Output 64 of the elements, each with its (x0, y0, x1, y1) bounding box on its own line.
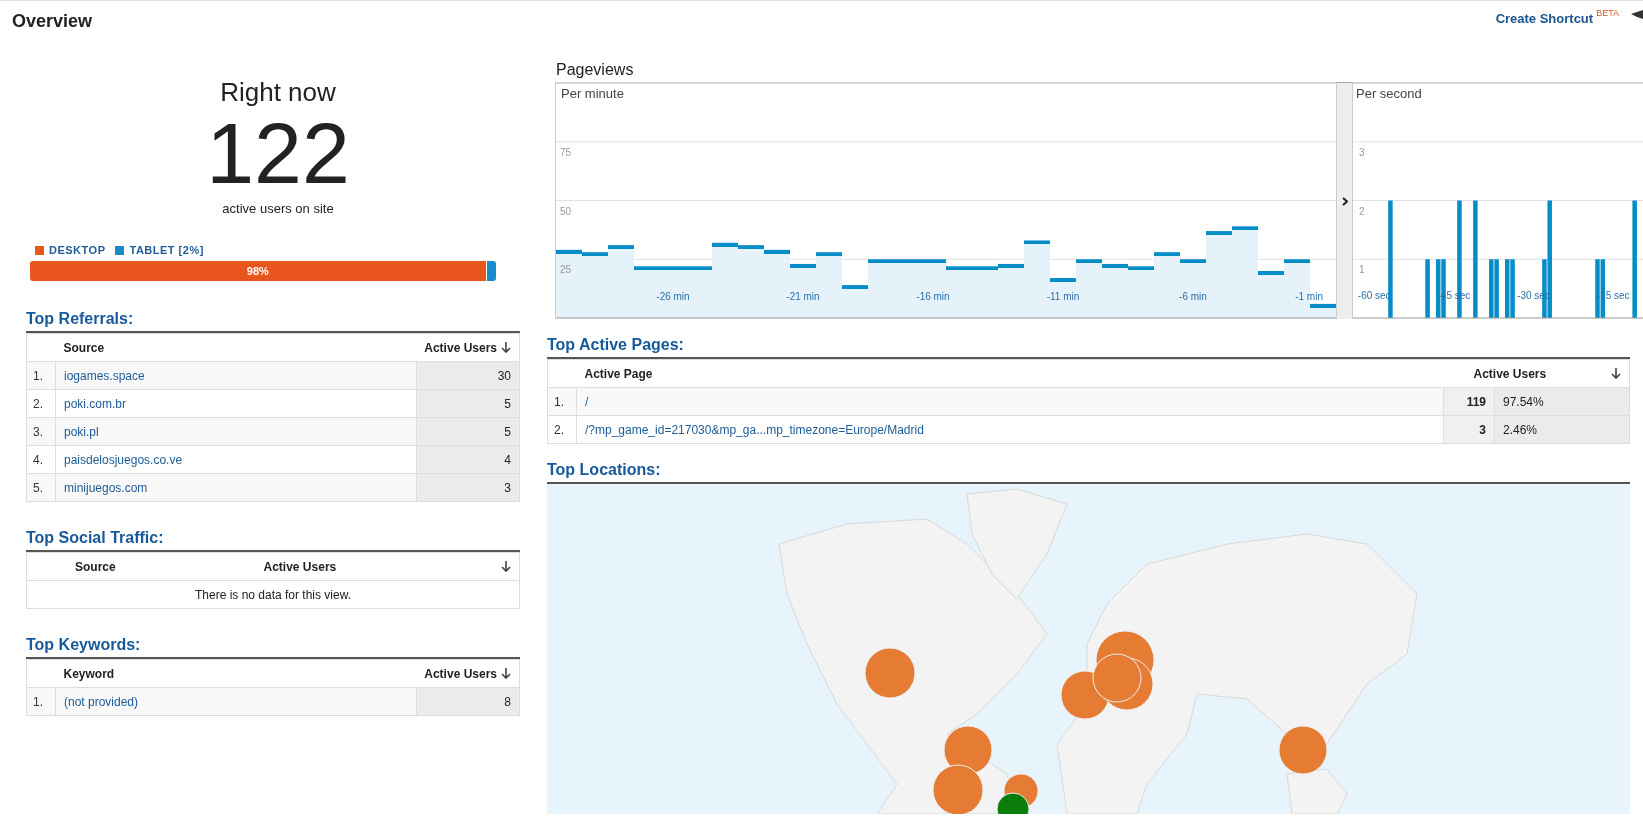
table-cell: 5 (416, 417, 520, 446)
table-cell: 30 (416, 361, 520, 390)
source-link[interactable]: paisdelosjuegos.co.ve (64, 452, 183, 467)
source-link[interactable]: poki.com.br (64, 396, 127, 411)
table-cell: 2. (547, 415, 577, 444)
y-tick-label: 3 (1359, 146, 1365, 158)
table-cell: 1. (26, 361, 56, 390)
column-header: Source (55, 333, 417, 362)
y-tick-label: 75 (560, 146, 572, 158)
create-shortcut-link[interactable]: Create Shortcut (1495, 11, 1594, 26)
active-users-caption: active users on site (221, 201, 335, 216)
column-header: Active Page (576, 359, 1444, 388)
table-cell: 5. (26, 473, 56, 502)
column-header: Keyword (55, 659, 417, 688)
column-header: Active Users (424, 340, 497, 355)
right-now-heading: Right now (219, 77, 337, 107)
page-title: Overview (12, 11, 93, 32)
active-user-count: 122 (205, 109, 351, 197)
column-header: Source (26, 552, 256, 581)
collapse-handle[interactable] (1336, 82, 1353, 319)
x-tick-label: -21 min (786, 291, 820, 302)
y-tick-label: 25 (560, 264, 572, 276)
table-cell: 3. (26, 417, 56, 446)
empty-message: There is no data for this view. (26, 580, 520, 609)
chart-title: Pageviews (556, 61, 635, 79)
legend-label: TABLET [2%] (129, 244, 204, 256)
keyword-link[interactable]: (not provided) (64, 694, 139, 709)
legend-label: DESKTOP (49, 244, 106, 256)
x-tick-label: -16 min (916, 291, 950, 302)
table-cell: 8 (416, 687, 520, 716)
x-tick-label: -1 min (1295, 291, 1323, 302)
chevron-right-icon (1341, 196, 1348, 206)
column-header: Active Users (255, 552, 484, 581)
table-cell: 2.46% (1494, 415, 1630, 444)
x-tick-label: -6 min (1179, 291, 1207, 302)
table-cell: 1. (26, 687, 56, 716)
column-header: Active Users (1473, 366, 1547, 381)
x-tick-label: -11 min (1046, 291, 1080, 302)
y-tick-label: 2 (1359, 205, 1365, 217)
source-link[interactable]: iogames.space (64, 368, 145, 383)
sort-arrow-icon[interactable] (501, 667, 511, 680)
chart-bar (556, 249, 582, 318)
sort-arrow-icon[interactable] (501, 560, 511, 573)
table-cell: 2. (26, 389, 56, 418)
page-link[interactable]: / (585, 394, 589, 409)
y-tick-label: 50 (560, 205, 572, 217)
table-cell: 1. (547, 387, 577, 416)
x-tick-label: -26 min (656, 291, 690, 302)
source-link[interactable]: minijuegos.com (64, 480, 148, 495)
table-cell: 5 (416, 389, 520, 418)
chart-bar (1425, 259, 1430, 318)
table-cell: 3 (416, 473, 520, 502)
share-fill: 98% (30, 261, 487, 281)
y-tick-label: 1 (1359, 264, 1365, 276)
table-cell: 4. (26, 445, 56, 474)
per-minute-chart: Per minute 25 50 75 -26 min -21 min -16 min -11 min -6 min -1 min (555, 82, 1336, 319)
sort-arrow-icon[interactable] (501, 341, 511, 354)
table-cell: 4 (416, 445, 520, 474)
source-link[interactable]: poki.pl (64, 424, 99, 439)
sort-arrow-icon[interactable] (1611, 367, 1621, 380)
table-cell: 97.54% (1494, 387, 1630, 416)
beta-label: BETA (1596, 9, 1619, 18)
x-tick-label: -15 sec (1596, 290, 1630, 301)
column-header: Active Users (424, 666, 497, 681)
